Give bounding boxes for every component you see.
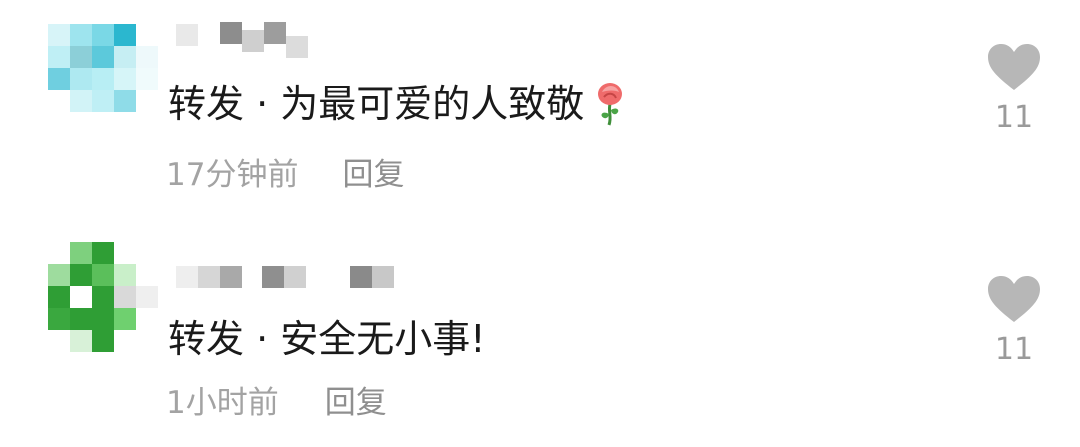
reply-button[interactable]: 回复 (342, 157, 404, 193)
comment-text-content: 转发 · 安全无小事! (168, 317, 486, 361)
heart-icon (982, 42, 1046, 92)
avatar[interactable] (40, 18, 160, 128)
reply-button[interactable]: 回复 (325, 385, 387, 421)
like-button[interactable]: 11 (982, 274, 1046, 367)
avatar[interactable] (40, 242, 160, 352)
like-button[interactable]: 11 (982, 42, 1046, 135)
comment-time: 1小时前 (166, 385, 279, 421)
comment-time: 17分钟前 (166, 157, 299, 193)
comment-text-content: 转发 · 为最可爱的人致敬 (168, 82, 585, 126)
comment-text: 转发 · 安全无小事! (168, 320, 485, 358)
like-count: 11 (994, 332, 1034, 367)
comment-text: 转发 · 为最可爱的人致敬 (168, 82, 630, 126)
comment-meta: 17分钟前 回复 (166, 160, 404, 191)
rose-icon (590, 82, 630, 126)
comment-meta: 1小时前 回复 (166, 388, 387, 419)
like-count: 11 (994, 100, 1034, 135)
heart-icon (982, 274, 1046, 324)
